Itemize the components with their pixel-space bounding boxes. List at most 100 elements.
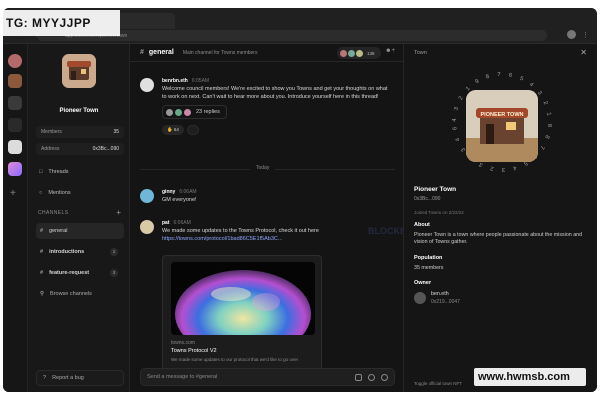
unread-badge: 3 bbox=[110, 269, 118, 277]
add-reaction-icon[interactable] bbox=[186, 124, 199, 135]
town-info-panel: Town ✕ 4 3 2 1 9 8 7 6 5 4 3 2 1 0 8 7 6… bbox=[403, 44, 597, 392]
reply-avatar bbox=[184, 108, 191, 116]
panel-header: Town bbox=[414, 50, 427, 56]
browse-channels[interactable]: ⚲ Browse channels bbox=[36, 286, 124, 302]
add-channel-icon[interactable]: + bbox=[116, 208, 121, 217]
channel-feature-request[interactable]: # feature-request 3 bbox=[36, 265, 124, 281]
browse-label: Browse channels bbox=[50, 291, 92, 297]
channel-general[interactable]: # general bbox=[36, 223, 124, 239]
member-avatar bbox=[340, 49, 347, 57]
about-text: Pioneer Town is a town where people pass… bbox=[414, 232, 583, 245]
members-row[interactable]: Members 35 bbox=[36, 126, 124, 138]
report-label: Report a bug bbox=[52, 375, 84, 381]
town-icon-pioneer[interactable] bbox=[8, 74, 22, 88]
threads-icon: □ bbox=[39, 169, 43, 175]
timestamp: 6:06AM bbox=[179, 189, 197, 195]
town-icon-5[interactable] bbox=[8, 140, 22, 154]
emoji-icon[interactable] bbox=[368, 374, 375, 381]
hash-icon: # bbox=[140, 49, 144, 56]
panel-footer[interactable]: Toggle official town NFT bbox=[414, 381, 462, 386]
preview-image bbox=[171, 262, 315, 335]
town-icon-4[interactable] bbox=[8, 118, 22, 132]
channels-header: CHANNELS bbox=[38, 210, 69, 216]
town-icon-3[interactable] bbox=[8, 96, 22, 110]
reaction-chip[interactable]: ✋ 64 bbox=[162, 124, 184, 135]
message-body: pat 6:06AM We made some updates to the To… bbox=[162, 220, 392, 242]
attach-icon[interactable] bbox=[381, 374, 388, 381]
town-sidebar: Pioneer Town Members 35 Address 0x3Bc...… bbox=[28, 44, 130, 392]
hand-icon: ✋ bbox=[167, 126, 173, 132]
report-bug-button[interactable]: ? Report a bug bbox=[36, 370, 124, 386]
message-body: ginny 6:06AM GM everyone! bbox=[162, 189, 392, 205]
profile-avatar[interactable] bbox=[567, 30, 576, 39]
members-pill[interactable]: 138 bbox=[337, 47, 381, 59]
close-icon[interactable]: ✕ bbox=[580, 48, 587, 57]
address-value: 0x3Bc...090 bbox=[92, 146, 119, 152]
address-label: Address bbox=[41, 146, 60, 152]
owner-avatar[interactable] bbox=[414, 292, 426, 304]
add-town-icon[interactable]: + bbox=[10, 188, 16, 199]
search-icon: ⚲ bbox=[40, 291, 45, 297]
replies-label: 23 replies bbox=[196, 109, 220, 115]
message-text: Welcome council members! We're excited t… bbox=[162, 86, 388, 100]
avatar[interactable] bbox=[140, 78, 154, 92]
author-name[interactable]: benrbn.eth bbox=[162, 78, 188, 84]
message-composer[interactable]: Send a message to #general bbox=[140, 368, 395, 386]
town-logo[interactable] bbox=[62, 54, 96, 88]
add-user-icon[interactable]: ☻+ bbox=[385, 48, 395, 54]
nav-threads-label: Threads bbox=[48, 169, 69, 175]
message-body: benrbn.eth 6:05AM Welcome council members… bbox=[162, 78, 392, 135]
preview-domain: towns.com bbox=[171, 340, 195, 346]
joined-date: Joined Towns on 2/22/22 bbox=[414, 210, 464, 215]
channel-label: feature-request bbox=[49, 270, 90, 276]
date-divider-label: Today bbox=[250, 165, 276, 171]
format-icon[interactable] bbox=[355, 374, 362, 381]
menu-icon[interactable]: ⋮ bbox=[582, 31, 589, 39]
nav-mentions-label: Mentions bbox=[48, 190, 71, 196]
town-art: PIONEER TOWN bbox=[466, 90, 538, 162]
channel-topic: Main channel for Towns members bbox=[182, 49, 258, 56]
town-icon-1[interactable] bbox=[8, 54, 22, 68]
help-icon: ? bbox=[43, 375, 47, 381]
about-label: About bbox=[414, 222, 430, 228]
address-row[interactable]: Address 0x3Bc...090 bbox=[36, 143, 124, 155]
link-preview-card[interactable]: towns.com Towns Protocol V2 We made some… bbox=[162, 255, 322, 373]
panel-address[interactable]: 0x3Bc...090 bbox=[414, 196, 440, 202]
art-sign-text: PIONEER TOWN bbox=[481, 112, 524, 118]
message-link[interactable]: https://towns.com/protocol/1bad86C5E1f5A… bbox=[162, 236, 392, 242]
preview-description: We made some updates to our protocol tha… bbox=[171, 357, 299, 362]
channel-introductions[interactable]: # introductions 1 bbox=[36, 244, 124, 260]
author-name[interactable]: ginny bbox=[162, 189, 175, 195]
unread-badge: 1 bbox=[110, 248, 118, 256]
at-icon: ○ bbox=[39, 190, 43, 196]
message-header: ginny 6:06AM bbox=[162, 189, 392, 195]
town-icon-6[interactable] bbox=[8, 162, 22, 176]
channel-label: general bbox=[49, 228, 68, 234]
member-count: 138 bbox=[367, 50, 375, 56]
town-rail: + bbox=[3, 44, 28, 392]
nav-threads[interactable]: □ Threads bbox=[36, 165, 124, 179]
screenshot-frame: ← → ↻ app.towns.com/pioneertown ⋮ + bbox=[0, 0, 600, 400]
thread-replies-button[interactable]: 23 replies bbox=[162, 105, 227, 119]
channel-header: # general Main channel for Towns members… bbox=[130, 44, 403, 62]
member-avatar bbox=[348, 49, 355, 57]
timestamp: 6:05AM bbox=[191, 78, 210, 84]
message-text: We made some updates to the Towns Protoc… bbox=[162, 228, 319, 234]
message-header: pat 6:06AM bbox=[162, 220, 392, 226]
member-avatar bbox=[356, 49, 363, 57]
owner-name[interactable]: ben.eth bbox=[431, 291, 449, 297]
timestamp: 6:06AM bbox=[173, 220, 191, 226]
author-name[interactable]: pat bbox=[162, 220, 170, 226]
avatar[interactable] bbox=[140, 220, 154, 234]
panel-town-title: Pioneer Town bbox=[414, 186, 457, 193]
avatar[interactable] bbox=[140, 189, 154, 203]
composer-actions bbox=[355, 374, 388, 381]
composer-placeholder: Send a message to #general bbox=[147, 374, 218, 380]
reply-avatar bbox=[175, 108, 182, 116]
channel-label: introductions bbox=[49, 249, 85, 255]
town-name: Pioneer Town bbox=[59, 108, 99, 114]
message-text: GM everyone! bbox=[162, 197, 197, 203]
watermark-top-left: TG: MYYJJPP bbox=[0, 10, 120, 36]
message-header: benrbn.eth 6:05AM bbox=[162, 78, 392, 84]
nav-mentions[interactable]: ○ Mentions bbox=[36, 186, 124, 200]
